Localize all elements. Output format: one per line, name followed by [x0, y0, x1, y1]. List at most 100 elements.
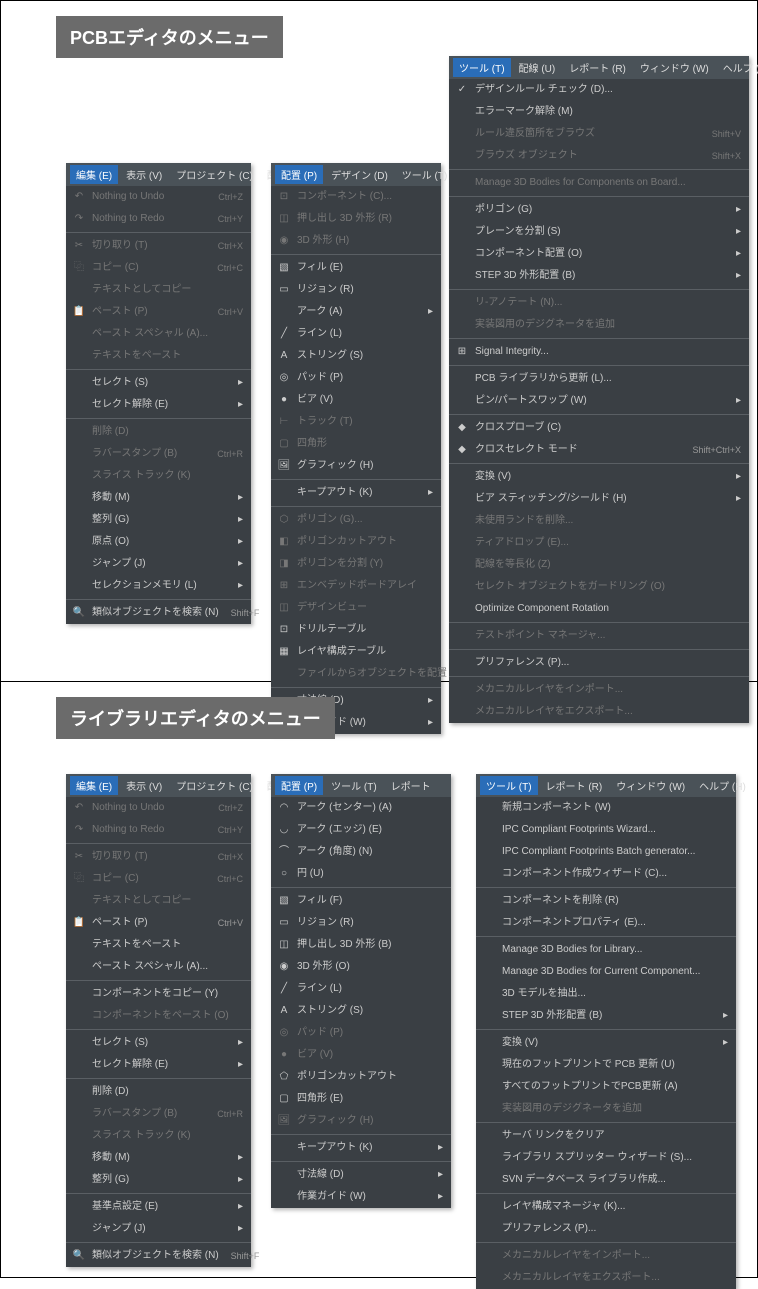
menu-item[interactable]: Aストリング (S)	[271, 1000, 451, 1022]
menu-item[interactable]: ↶Nothing to UndoCtrl+Z	[66, 797, 251, 819]
menu-item[interactable]: 3D モデルを抽出...	[476, 983, 736, 1005]
menu-item[interactable]: 🔍類似オブジェクトを検索 (N)Shift+F	[66, 1245, 251, 1267]
menu-bar-item[interactable]: 編集 (E)	[70, 165, 118, 184]
menu-item[interactable]: 変換 (V)▸	[449, 466, 749, 488]
menu-bar-item[interactable]: 配置 (P)	[275, 776, 323, 795]
menu-item[interactable]: テキストとしてコピー	[66, 890, 251, 912]
menu-item[interactable]: リ-アノテート (N)...	[449, 292, 749, 314]
menu-item[interactable]: ◉3D 外形 (O)	[271, 956, 451, 978]
menu-item[interactable]: セレクト (S)▸	[66, 1032, 251, 1054]
menu-item[interactable]: キープアウト (K)▸	[271, 482, 441, 504]
menu-item[interactable]: ラバースタンプ (B)Ctrl+R	[66, 443, 251, 465]
menu-item[interactable]: 🔍類似オブジェクトを検索 (N)Shift+F	[66, 602, 251, 624]
menu-item[interactable]: コンポーネント配置 (O)▸	[449, 243, 749, 265]
menu-bar-item[interactable]: レポート (R)	[563, 58, 632, 77]
menu-item[interactable]: 新規コンポーネント (W)	[476, 797, 736, 819]
menu-item[interactable]: 整列 (G)▸	[66, 509, 251, 531]
menu-item[interactable]: ⊢トラック (T)	[271, 411, 441, 433]
menu-item[interactable]: ●ビア (V)	[271, 389, 441, 411]
menu-item[interactable]: 未使用ランドを削除...	[449, 510, 749, 532]
menu-item[interactable]: テストポイント マネージャ...	[449, 625, 749, 647]
menu-item[interactable]: アーク (A)▸	[271, 301, 441, 323]
menu-bar-item[interactable]: レポート	[385, 776, 437, 795]
menu-item[interactable]: ◆クロスプローブ (C)	[449, 417, 749, 439]
menu-bar-item[interactable]: レポート (R)	[540, 776, 609, 795]
menu-item[interactable]: 配線を等長化 (Z)	[449, 554, 749, 576]
menu-item[interactable]: ◉3D 外形 (H)	[271, 230, 441, 252]
menu-item[interactable]: ▧フィル (F)	[271, 890, 451, 912]
menu-item[interactable]: ジャンプ (J)▸	[66, 1218, 251, 1240]
menu-bar-item[interactable]: ウィンドウ (W)	[610, 776, 691, 795]
menu-bar-item[interactable]: ウィンドウ (W)	[634, 58, 715, 77]
menu-item[interactable]: 寸法線 (D)▸	[271, 1164, 451, 1186]
menu-item[interactable]: IPC Compliant Footprints Batch generator…	[476, 841, 736, 863]
menu-item[interactable]: ╱ライン (L)	[271, 978, 451, 1000]
menu-item[interactable]: ▭リジョン (R)	[271, 279, 441, 301]
menu-item[interactable]: ピン/パートスワップ (W)▸	[449, 390, 749, 412]
menu-item[interactable]: ペースト スペシャル (A)...	[66, 956, 251, 978]
menu-item[interactable]: ◎パッド (P)	[271, 367, 441, 389]
menu-item[interactable]: ╱ライン (L)	[271, 323, 441, 345]
menu-item[interactable]: サーバ リンクをクリア	[476, 1125, 736, 1147]
menu-item[interactable]: コンポーネントプロパティ (E)...	[476, 912, 736, 934]
menu-item[interactable]: コンポーネントを削除 (R)	[476, 890, 736, 912]
menu-item[interactable]: レイヤ構成マネージャ (K)...	[476, 1196, 736, 1218]
menu-item[interactable]: 変換 (V)▸	[476, 1032, 736, 1054]
menu-item[interactable]: プリファレンス (P)...	[476, 1218, 736, 1240]
menu-bar-item[interactable]: ツール (T)	[453, 58, 511, 77]
menu-item[interactable]: ⿻コピー (C)Ctrl+C	[66, 257, 251, 279]
menu-item[interactable]: ラバースタンプ (B)Ctrl+R	[66, 1103, 251, 1125]
menu-item[interactable]: ⊡ドリルテーブル	[271, 619, 441, 641]
menu-item[interactable]: 削除 (D)	[66, 1081, 251, 1103]
menu-item[interactable]: コンポーネント作成ウィザード (C)...	[476, 863, 736, 885]
menu-item[interactable]: ▧フィル (E)	[271, 257, 441, 279]
menu-bar-item[interactable]: 配置 (P)	[275, 165, 323, 184]
menu-item[interactable]: ルール違反箇所をブラウズShift+V	[449, 123, 749, 145]
menu-item[interactable]: コンポーネントをコピー (Y)	[66, 983, 251, 1005]
menu-item[interactable]: スライス トラック (K)	[66, 1125, 251, 1147]
menu-item[interactable]: ◠アーク (センター) (A)	[271, 797, 451, 819]
menu-bar-item[interactable]: ツール (T)	[325, 776, 383, 795]
menu-item[interactable]: ⌒アーク (角度) (N)	[271, 841, 451, 863]
menu-item[interactable]: ◎パッド (P)	[271, 1022, 451, 1044]
menu-item[interactable]: ◫押し出し 3D 外形 (R)	[271, 208, 441, 230]
menu-item[interactable]: STEP 3D 外形配置 (B)▸	[476, 1005, 736, 1027]
menu-item[interactable]: ◫押し出し 3D 外形 (B)	[271, 934, 451, 956]
menu-item[interactable]: テキストとしてコピー	[66, 279, 251, 301]
menu-item[interactable]: メカニカルレイヤをインポート...	[476, 1245, 736, 1267]
menu-item[interactable]: ポリゴン (G)▸	[449, 199, 749, 221]
menu-item[interactable]: ✂切り取り (T)Ctrl+X	[66, 846, 251, 868]
menu-bar-item[interactable]: プロジェクト (C)	[170, 165, 259, 184]
menu-item[interactable]: PCB ライブラリから更新 (L)...	[449, 368, 749, 390]
menu-item[interactable]: 移動 (M)▸	[66, 487, 251, 509]
menu-item[interactable]: ▢四角形	[271, 433, 441, 455]
menu-item[interactable]: ◆クロスセレクト モードShift+Ctrl+X	[449, 439, 749, 461]
menu-item[interactable]: プリファレンス (P)...	[449, 652, 749, 674]
menu-item[interactable]: ⬡ポリゴン (G)...	[271, 509, 441, 531]
menu-item[interactable]: ◧ポリゴンカットアウト	[271, 531, 441, 553]
menu-item[interactable]: メカニカルレイヤをエクスポート...	[476, 1267, 736, 1289]
menu-item[interactable]: 原点 (O)▸	[66, 531, 251, 553]
menu-item[interactable]: ▦レイヤ構成テーブル	[271, 641, 441, 663]
menu-item[interactable]: セレクト (S)▸	[66, 372, 251, 394]
menu-bar-item[interactable]: 配線 (U)	[513, 58, 562, 77]
menu-item[interactable]: SVN データベース ライブラリ作成...	[476, 1169, 736, 1191]
menu-item[interactable]: ▢四角形 (E)	[271, 1088, 451, 1110]
menu-item[interactable]: Aストリング (S)	[271, 345, 441, 367]
menu-item[interactable]: 現在のフットプリントで PCB 更新 (U)	[476, 1054, 736, 1076]
menu-item[interactable]: テキストをペースト	[66, 934, 251, 956]
menu-item[interactable]: 📋ペースト (P)Ctrl+V	[66, 301, 251, 323]
menu-item[interactable]: ペースト スペシャル (A)...	[66, 323, 251, 345]
menu-item[interactable]: ⊞Signal Integrity...	[449, 341, 749, 363]
menu-item[interactable]: プレーンを分割 (S)▸	[449, 221, 749, 243]
menu-item[interactable]: ティアドロップ (E)...	[449, 532, 749, 554]
menu-bar-item[interactable]: ヘルプ (H)	[693, 776, 752, 795]
menu-item[interactable]: ↶Nothing to UndoCtrl+Z	[66, 186, 251, 208]
menu-bar-item[interactable]: 編集 (E)	[70, 776, 118, 795]
menu-item[interactable]: ◫デザインビュー	[271, 597, 441, 619]
menu-item[interactable]: テキストをペースト	[66, 345, 251, 367]
menu-bar-item[interactable]: 表示 (V)	[120, 776, 168, 795]
menu-item[interactable]: ジャンプ (J)▸	[66, 553, 251, 575]
menu-item[interactable]: 移動 (M)▸	[66, 1147, 251, 1169]
menu-item[interactable]: ◨ポリゴンを分割 (Y)	[271, 553, 441, 575]
